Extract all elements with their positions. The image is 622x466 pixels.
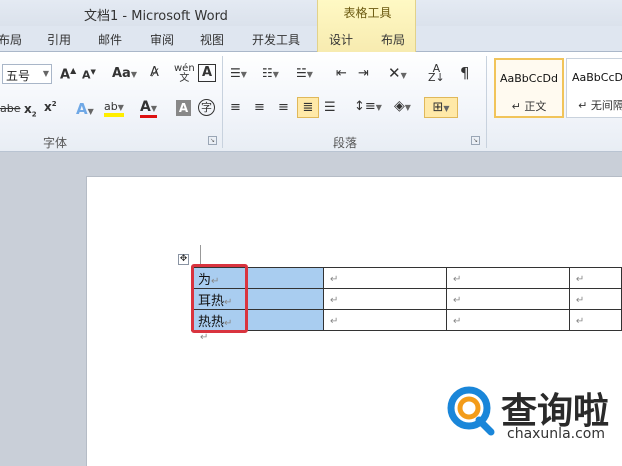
style-name: ↵ 正文 [511, 100, 547, 113]
table-cell[interactable]: ↵ [445, 309, 570, 331]
paragraph-mark: ↵ [452, 315, 462, 327]
style-no-spacing[interactable]: AaBbCcDd ↵ 无间隔 [566, 58, 622, 118]
show-formatting-marks-icon[interactable]: ¶ [460, 64, 470, 82]
ribbon: 五号 ▼ A▲ A▼ Aa▼ A̷ wén 文 A abe x2 x2 A▼ ab… [0, 52, 622, 152]
title-bar: 文档1 - Microsoft Word [0, 0, 622, 26]
paragraph-mark: ↵ [575, 294, 585, 306]
margin-indicator [200, 245, 201, 265]
paragraph-mark: ↵ [575, 315, 585, 327]
tab-page-layout[interactable]: 布局 [0, 31, 22, 48]
font-size-combo[interactable]: 五号 ▼ [2, 64, 52, 84]
distributed-icon[interactable]: ☰ [324, 100, 336, 115]
tab-design[interactable]: 设计 [329, 31, 353, 48]
character-shading-icon[interactable]: A [176, 100, 191, 116]
paragraph-mark: ↵ [330, 273, 339, 285]
tab-table-layout[interactable]: 布局 [381, 31, 405, 48]
increase-indent-icon[interactable]: ⇥ [358, 66, 369, 81]
table-cell[interactable]: ↵ [568, 309, 622, 331]
tab-review[interactable]: 审阅 [150, 31, 174, 48]
table-cell[interactable]: ↵ [568, 267, 622, 289]
document-table[interactable]: 为↵ ↵ ↵ ↵ 耳热↵ ↵ ↵ ↵ 热热↵ ↵ ↵ ↵ [190, 267, 622, 331]
paragraph-mark: ↵ [330, 315, 339, 327]
tab-references[interactable]: 引用 [47, 31, 71, 48]
character-border-icon[interactable]: A [198, 64, 216, 82]
watermark-url: chaxunla.com [507, 426, 605, 442]
table-cell[interactable]: ↵ [323, 288, 447, 310]
style-normal[interactable]: AaBbCcDd ↵ 正文 [494, 58, 564, 118]
tab-mailings[interactable]: 邮件 [98, 31, 122, 48]
window-title: 文档1 - Microsoft Word [84, 9, 228, 24]
paragraph-mark: ↵ [452, 273, 462, 285]
ribbon-tab-bar: 布局 引用 邮件 审阅 视图 开发工具 [0, 26, 622, 52]
tab-developer[interactable]: 开发工具 [252, 31, 300, 48]
paragraph-group-label: 段落 [333, 136, 358, 150]
paragraph-mark: ↵ [200, 332, 209, 343]
paragraph-mark: ↵ [330, 294, 339, 306]
table-cell[interactable]: ↵ [323, 267, 447, 289]
sort-icon[interactable]: A Z↓ [428, 63, 445, 83]
superscript-icon[interactable]: x2 [44, 100, 57, 114]
justify-icon[interactable]: ≣ [297, 97, 319, 118]
watermark: 查询啦 chaxunla.com [445, 380, 615, 450]
bullets-icon[interactable]: ☰▼ [230, 66, 247, 80]
line-spacing-icon[interactable]: ↕≡▼ [354, 99, 382, 114]
grow-font-icon[interactable]: A▲ [60, 66, 76, 82]
table-tools-label: 表格工具 [343, 6, 392, 20]
align-left-icon[interactable]: ≡ [230, 100, 241, 115]
group-divider [486, 56, 487, 148]
chinese-layout-icon[interactable]: ✕▼ [388, 64, 407, 82]
font-size-value: 五号 [6, 69, 31, 83]
align-center-icon[interactable]: ≡ [254, 100, 265, 115]
font-dialog-launcher-icon[interactable]: ↘ [208, 136, 217, 145]
shrink-font-icon[interactable]: A▼ [82, 68, 96, 82]
table-move-handle-icon[interactable]: ✥ [178, 254, 189, 265]
shading-icon[interactable]: ◈▼ [394, 98, 411, 114]
group-divider [222, 56, 223, 148]
table-tools-context-group: 表格工具 设计 布局 [317, 0, 416, 52]
phonetic-guide-icon[interactable]: wén 文 [174, 64, 195, 84]
paragraph-mark: ↵ [575, 273, 585, 285]
style-sample: AaBbCcDd [500, 72, 558, 85]
style-name: ↵ 无间隔 [578, 99, 622, 112]
change-case-icon[interactable]: Aa▼ [112, 66, 137, 81]
change-case-label: Aa [112, 66, 131, 81]
font-group-label: 字体 [43, 136, 68, 150]
numbering-icon[interactable]: ☷▼ [262, 66, 279, 80]
table-row: 为↵ ↵ ↵ ↵ [190, 267, 622, 289]
table-cell[interactable]: ↵ [445, 267, 570, 289]
table-cell[interactable]: ↵ [445, 288, 570, 310]
highlight-annotation-box [191, 264, 248, 333]
text-effects-icon[interactable]: A▼ [76, 100, 94, 118]
chevron-down-icon: ▼ [42, 69, 49, 78]
highlight-color-icon[interactable]: ab▼ [104, 100, 124, 117]
paragraph-mark: ↵ [452, 294, 462, 306]
tab-view[interactable]: 视图 [200, 31, 224, 48]
decrease-indent-icon[interactable]: ⇤ [336, 66, 347, 81]
strikethrough-icon[interactable]: abe [0, 102, 21, 115]
multilevel-list-icon[interactable]: ☱▼ [296, 66, 313, 80]
style-sample: AaBbCcDd [572, 71, 622, 84]
subscript-icon[interactable]: x2 [24, 102, 37, 118]
align-right-icon[interactable]: ≡ [278, 100, 289, 115]
enclose-characters-icon[interactable]: 字 [198, 99, 215, 116]
font-color-icon[interactable]: A▼ [140, 99, 157, 118]
chaxunla-logo-icon [447, 386, 495, 436]
table-row: 热热↵ ↵ ↵ ↵ [190, 309, 622, 331]
table-cell[interactable]: ↵ [323, 309, 447, 331]
table-row: 耳热↵ ↵ ↵ ↵ [190, 288, 622, 310]
clear-formatting-icon[interactable]: A̷ [150, 65, 159, 80]
borders-icon[interactable]: ⊞▼ [424, 97, 458, 118]
paragraph-dialog-launcher-icon[interactable]: ↘ [471, 136, 480, 145]
table-cell[interactable]: ↵ [568, 288, 622, 310]
